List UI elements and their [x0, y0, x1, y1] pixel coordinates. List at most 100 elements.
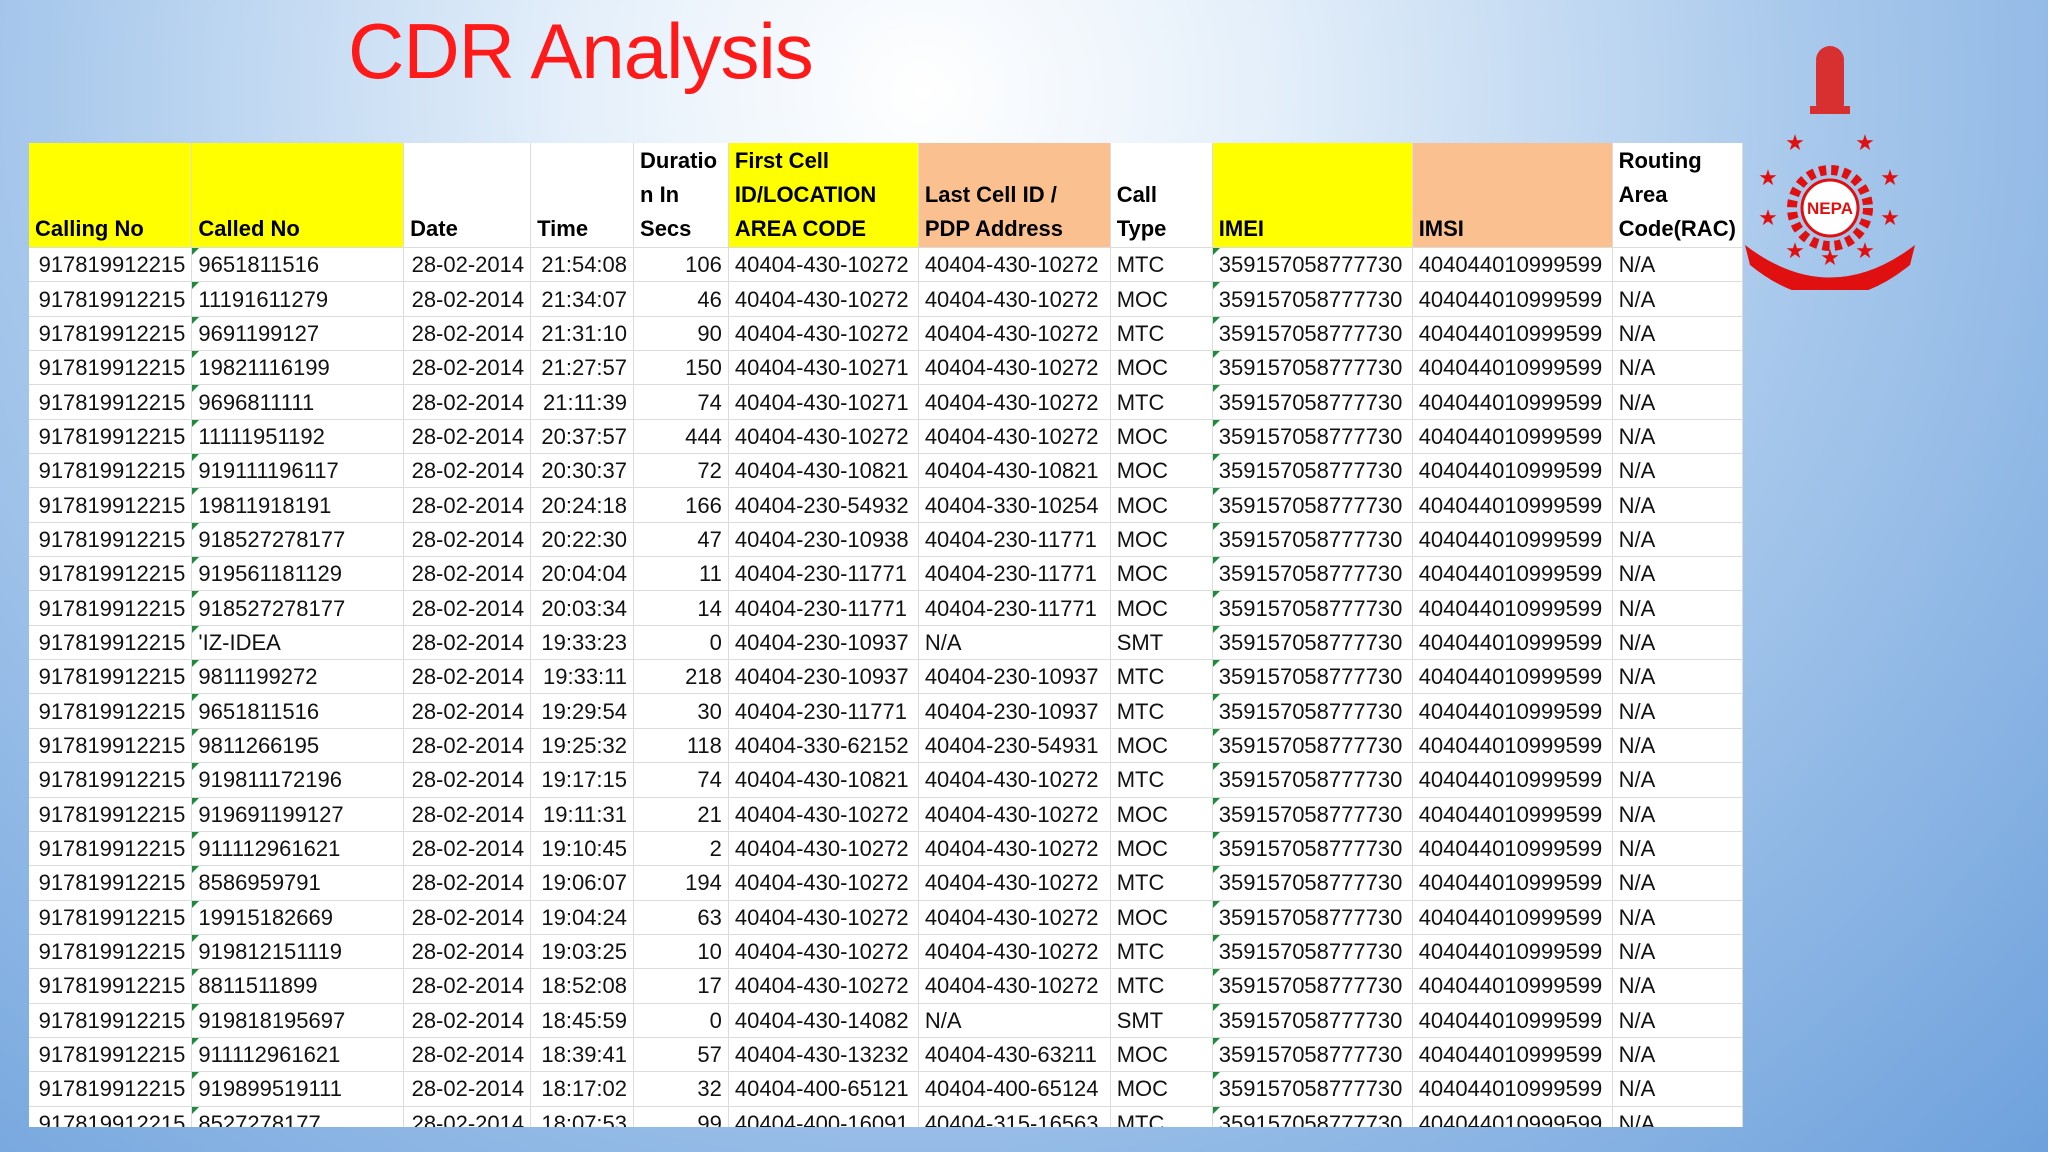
table-cell[interactable]: 32	[633, 1071, 729, 1107]
table-cell[interactable]: 9651811516	[191, 693, 405, 729]
table-cell[interactable]: 40404-430-10272	[728, 797, 919, 832]
table-cell[interactable]: 17	[633, 968, 729, 1004]
table-cell[interactable]: MTC	[1110, 693, 1213, 729]
table-cell[interactable]: 47	[633, 522, 729, 558]
table-cell[interactable]: N/A	[1612, 1071, 1743, 1107]
table-cell[interactable]: 8811511899	[191, 968, 405, 1004]
table-cell[interactable]: N/A	[1612, 934, 1743, 970]
table-cell[interactable]: 359157058777730	[1212, 419, 1413, 455]
column-header[interactable]: Date	[403, 143, 532, 248]
table-cell[interactable]: MOC	[1110, 419, 1213, 455]
table-cell[interactable]: 917819912215	[29, 522, 193, 558]
table-cell[interactable]: 28-02-2014	[403, 556, 532, 592]
table-cell[interactable]: 40404-230-10937	[918, 693, 1111, 729]
table-cell[interactable]: 19:33:11	[530, 659, 635, 695]
table-cell[interactable]: 917819912215	[29, 831, 193, 867]
table-cell[interactable]: 917819912215	[29, 281, 193, 317]
table-cell[interactable]: 28-02-2014	[403, 831, 532, 867]
table-cell[interactable]: 40404-400-16091	[728, 1106, 919, 1127]
table-cell[interactable]: 40404-230-11771	[918, 522, 1111, 558]
table-cell[interactable]: 28-02-2014	[403, 1003, 532, 1038]
table-cell[interactable]: 917819912215	[29, 900, 193, 935]
table-cell[interactable]: 40404-230-54932	[728, 487, 919, 523]
table-cell[interactable]: N/A	[1612, 247, 1743, 283]
table-cell[interactable]: 28-02-2014	[403, 419, 532, 455]
table-cell[interactable]: 28-02-2014	[403, 934, 532, 970]
table-cell[interactable]: 917819912215	[29, 762, 193, 798]
table-cell[interactable]: 404044010999599	[1412, 350, 1613, 386]
table-cell[interactable]: 19811918191	[191, 487, 405, 523]
table-cell[interactable]: 911112961621	[191, 831, 405, 867]
table-cell[interactable]: 20:37:57	[530, 419, 635, 455]
table-cell[interactable]: 21:34:07	[530, 281, 635, 317]
table-cell[interactable]: 40404-430-10272	[918, 281, 1111, 317]
table-cell[interactable]: 28-02-2014	[403, 625, 532, 661]
table-cell[interactable]: 194	[633, 865, 729, 901]
table-cell[interactable]: MTC	[1110, 384, 1213, 420]
table-cell[interactable]: N/A	[918, 1003, 1111, 1038]
table-cell[interactable]: 40404-430-10272	[918, 831, 1111, 867]
table-cell[interactable]: 40404-230-10937	[728, 625, 919, 661]
table-cell[interactable]: 40404-330-10254	[918, 487, 1111, 523]
table-cell[interactable]: 40404-430-10821	[728, 453, 919, 489]
table-cell[interactable]: N/A	[1612, 590, 1743, 626]
table-cell[interactable]: MOC	[1110, 1071, 1213, 1107]
table-cell[interactable]: 404044010999599	[1412, 1003, 1613, 1038]
table-cell[interactable]: 404044010999599	[1412, 968, 1613, 1004]
table-cell[interactable]: 404044010999599	[1412, 590, 1613, 626]
table-cell[interactable]: MOC	[1110, 281, 1213, 317]
table-cell[interactable]: 40404-430-10272	[918, 797, 1111, 832]
table-cell[interactable]: 404044010999599	[1412, 934, 1613, 970]
table-cell[interactable]: 40404-330-62152	[728, 728, 919, 764]
table-cell[interactable]: 28-02-2014	[403, 1106, 532, 1127]
table-cell[interactable]: 404044010999599	[1412, 556, 1613, 592]
table-cell[interactable]: 917819912215	[29, 865, 193, 901]
table-cell[interactable]: 18:07:53	[530, 1106, 635, 1127]
table-cell[interactable]: MTC	[1110, 1106, 1213, 1127]
table-cell[interactable]: 404044010999599	[1412, 625, 1613, 661]
column-header[interactable]: First Cell ID/LOCATION AREA CODE	[728, 143, 919, 248]
table-cell[interactable]: 359157058777730	[1212, 625, 1413, 661]
table-cell[interactable]: MOC	[1110, 900, 1213, 935]
table-cell[interactable]: 20:03:34	[530, 590, 635, 626]
table-cell[interactable]: 11191611279	[191, 281, 405, 317]
table-cell[interactable]: 166	[633, 487, 729, 523]
table-cell[interactable]: 21:54:08	[530, 247, 635, 283]
table-cell[interactable]: 40404-230-11771	[728, 693, 919, 729]
table-cell[interactable]: 404044010999599	[1412, 659, 1613, 695]
table-cell[interactable]: 19:10:45	[530, 831, 635, 867]
table-cell[interactable]: 359157058777730	[1212, 762, 1413, 798]
table-cell[interactable]: 40404-430-10272	[728, 968, 919, 1004]
table-cell[interactable]: 40404-430-13232	[728, 1037, 919, 1073]
table-cell[interactable]: 28-02-2014	[403, 522, 532, 558]
table-cell[interactable]: 74	[633, 384, 729, 420]
table-cell[interactable]: 404044010999599	[1412, 1037, 1613, 1073]
table-cell[interactable]: 40404-430-10272	[918, 762, 1111, 798]
table-cell[interactable]: 28-02-2014	[403, 247, 532, 283]
table-cell[interactable]: 20:04:04	[530, 556, 635, 592]
table-cell[interactable]: 917819912215	[29, 247, 193, 283]
table-cell[interactable]: 9691199127	[191, 316, 405, 352]
table-cell[interactable]: 404044010999599	[1412, 831, 1613, 867]
table-cell[interactable]: 8586959791	[191, 865, 405, 901]
table-cell[interactable]: 917819912215	[29, 453, 193, 489]
column-header[interactable]: IMEI	[1212, 143, 1413, 248]
table-cell[interactable]: 40404-430-10272	[918, 384, 1111, 420]
table-cell[interactable]: N/A	[1612, 968, 1743, 1004]
table-cell[interactable]: 18:17:02	[530, 1071, 635, 1107]
table-cell[interactable]: 0	[633, 1003, 729, 1038]
table-cell[interactable]: 404044010999599	[1412, 1071, 1613, 1107]
table-cell[interactable]: 9696811111	[191, 384, 405, 420]
table-cell[interactable]: N/A	[1612, 625, 1743, 661]
table-cell[interactable]: MOC	[1110, 831, 1213, 867]
table-cell[interactable]: 40404-230-10937	[918, 659, 1111, 695]
table-cell[interactable]: 40404-430-10821	[918, 453, 1111, 489]
table-cell[interactable]: 0	[633, 625, 729, 661]
table-cell[interactable]: MTC	[1110, 934, 1213, 970]
table-cell[interactable]: 359157058777730	[1212, 900, 1413, 935]
table-cell[interactable]: 40404-430-10272	[918, 316, 1111, 352]
table-cell[interactable]: 40404-430-10272	[918, 865, 1111, 901]
table-cell[interactable]: 919811172196	[191, 762, 405, 798]
table-cell[interactable]: MOC	[1110, 522, 1213, 558]
table-cell[interactable]: 11111951192	[191, 419, 405, 455]
